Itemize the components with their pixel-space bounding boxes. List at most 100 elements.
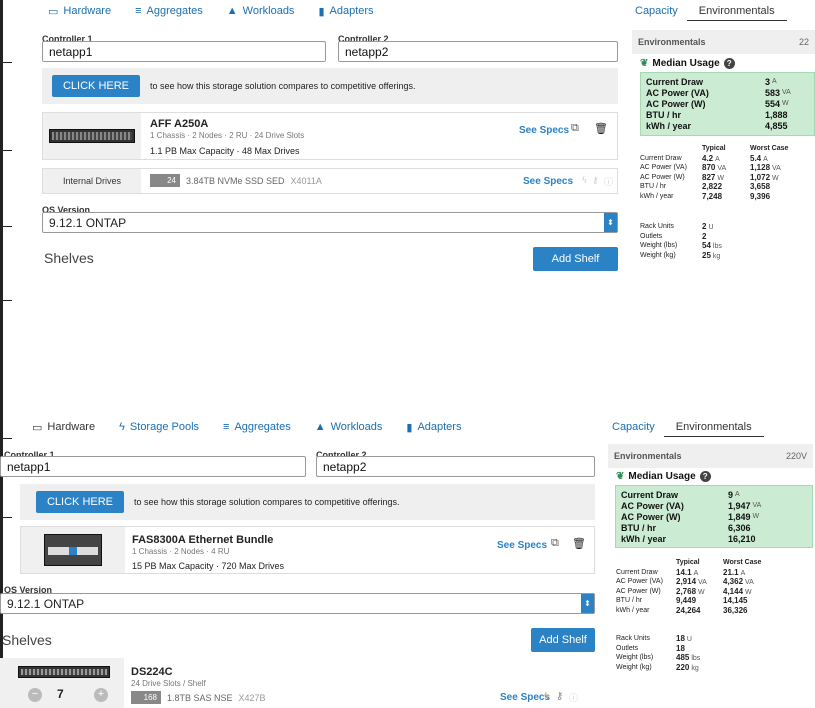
worst-value: 5.4 (750, 153, 762, 163)
median-value: 1,849 (728, 511, 751, 522)
tab-workloads[interactable]: ▲ Workloads (215, 2, 307, 20)
median-unit: VA (752, 502, 762, 509)
click-here-button[interactable]: CLICK HERE (52, 75, 140, 97)
median-value: 6,306 (728, 522, 751, 533)
trash-icon[interactable]: 🗑 (594, 122, 608, 135)
tab-adapters[interactable]: ▮ Adapters (394, 418, 473, 436)
env-row: AC Power (VA) 870 VA 1,128 VA (640, 163, 788, 173)
env-row: AC Power (W) 2,768 W 4,144 W (616, 587, 761, 597)
drive-model: X4011A (290, 175, 322, 186)
worst-value: 14,145 (723, 596, 748, 606)
median-value: 583 (765, 87, 781, 98)
key-icon[interactable]: ⚷ (592, 175, 599, 186)
env-row: Weight (lbs) 485 lbs (616, 653, 724, 663)
bottom-right-tab-bar: Capacity Environmentals (608, 417, 764, 437)
env-table-header: Typical Worst Case (640, 144, 788, 154)
drive-count-badge: 168 (131, 691, 161, 704)
edge-tick (0, 517, 12, 518)
bolt-icon[interactable]: ϟ (544, 691, 549, 702)
shelf-subtitle: 24 Drive Slots / Shelf (131, 679, 206, 688)
median-unit: A (735, 491, 740, 498)
median-key: kWh / year (621, 533, 667, 544)
shelf-row: − 7 + DS224C 24 Drive Slots / Shelf 168 … (0, 658, 595, 708)
copy-icon[interactable]: ⧉ (571, 122, 579, 135)
tab-environmentals[interactable]: Environmentals (686, 1, 787, 21)
env-row: kWh / year 7,248 9,396 (640, 192, 788, 202)
env-value: 54 (702, 241, 711, 251)
see-specs-link[interactable]: See Specs (497, 540, 547, 551)
increment-button[interactable]: + (94, 688, 108, 702)
tab-capacity[interactable]: Capacity (608, 418, 664, 436)
tab-hardware[interactable]: ▭ Hardware (36, 2, 123, 20)
controller1-input[interactable]: netapp1 (0, 456, 306, 477)
tab-workloads[interactable]: ▲ Workloads (303, 418, 395, 436)
help-icon[interactable]: ? (699, 471, 711, 482)
env-row: BTU / hr 2,822 3,658 (640, 182, 788, 192)
product-capacity: 15 PB Max Capacity · 720 Max Drives (132, 561, 285, 571)
shelf-see-specs-link[interactable]: See Specs (500, 692, 550, 703)
env-value: 2 (702, 222, 707, 232)
edge-tick (0, 150, 12, 151)
chassis-icon (44, 534, 102, 566)
tab-label: Aggregates (146, 5, 203, 17)
tab-aggregates[interactable]: ≡ Aggregates (211, 418, 303, 436)
trash-icon[interactable]: 🗑 (572, 537, 586, 550)
hardware-icon: ▭ (48, 5, 59, 18)
tab-capacity[interactable]: Capacity (632, 2, 687, 20)
info-icon[interactable]: ⓘ (569, 691, 578, 704)
add-shelf-button[interactable]: Add Shelf (533, 247, 618, 271)
tab-environmentals[interactable]: Environmentals (663, 417, 764, 437)
median-key: AC Power (VA) (621, 500, 684, 511)
env-unit: kg (691, 664, 699, 672)
typical-unit: A (715, 155, 720, 163)
tab-aggregates[interactable]: ≡ Aggregates (123, 2, 215, 20)
product-image (43, 113, 141, 159)
key-icon[interactable]: ⚷ (556, 691, 563, 702)
drive-info: 24 3.84TB NVMe SSD SED X4011A (150, 174, 322, 187)
os-version-select[interactable]: 9.12.1 ONTAP ⬍ (0, 593, 595, 614)
median-key: Current Draw (646, 76, 704, 87)
edge-tick (0, 300, 12, 301)
median-value: 4,855 (765, 120, 788, 131)
copy-icon[interactable]: ⧉ (551, 537, 559, 550)
typical-value: 24,264 (676, 605, 701, 615)
leaf-icon: ❦ (616, 471, 625, 482)
bolt-icon[interactable]: ϟ (582, 175, 587, 185)
shelf-drive-info: 168 1.8TB SAS NSE X427B (131, 691, 266, 704)
top-tab-bar: ▭ Hardware ≡ Aggregates ▲ Workloads ▮ Adapte… (36, 2, 386, 20)
tab-adapters[interactable]: ▮ Adapters (306, 2, 385, 20)
tab-label: Hardware (63, 5, 112, 17)
median-row: AC Power (W) 554 W (641, 98, 814, 109)
typical-value: 14.1 (676, 567, 692, 577)
controller1-input[interactable]: netapp1 (42, 41, 326, 62)
worst-unit: A (740, 569, 746, 577)
typical-value: 2,768 (676, 586, 697, 596)
median-label: Median Usage (652, 58, 720, 69)
tab-hardware[interactable]: ▭ Hardware (20, 418, 107, 436)
worst-value: 36,326 (723, 605, 748, 615)
help-icon[interactable]: ? (723, 58, 735, 69)
median-usage-box: Current Draw 3 A AC Power (VA) 583 VA AC Pow… (640, 72, 815, 136)
see-specs-link[interactable]: See Specs (519, 125, 569, 136)
env-key: BTU / hr (616, 597, 643, 605)
product-card: FAS8300A Ethernet Bundle 1 Chassis · 2 N… (20, 526, 595, 574)
drive-description: 1.8TB SAS NSE (167, 692, 233, 703)
controller2-input[interactable]: netapp2 (338, 41, 618, 62)
product-subtitle: 1 Chassis · 2 Nodes · 2 RU · 24 Drive Sl… (150, 131, 305, 140)
internal-drives-label: Internal Drives (43, 169, 141, 193)
click-here-button[interactable]: CLICK HERE (36, 491, 124, 513)
os-version-select[interactable]: 9.12.1 ONTAP ⬍ (42, 212, 618, 233)
env-key: Rack Units (616, 635, 650, 643)
info-icon[interactable]: ⓘ (604, 175, 613, 188)
shelf-quantity[interactable]: 7 (57, 687, 64, 701)
env-key: Rack Units (640, 223, 674, 231)
median-key: Current Draw (621, 489, 679, 500)
median-row: BTU / hr 1,888 (641, 109, 814, 120)
controller2-input[interactable]: netapp2 (316, 456, 595, 477)
decrement-button[interactable]: − (28, 688, 42, 702)
tab-storage-pools[interactable]: ϟ Storage Pools (107, 418, 211, 436)
product-card: AFF A250A 1 Chassis · 2 Nodes · 2 RU · 2… (42, 112, 618, 160)
add-shelf-button[interactable]: Add Shelf (531, 628, 595, 652)
drive-see-specs-link[interactable]: See Specs (523, 176, 573, 187)
worst-header: Worst Case (750, 145, 789, 153)
